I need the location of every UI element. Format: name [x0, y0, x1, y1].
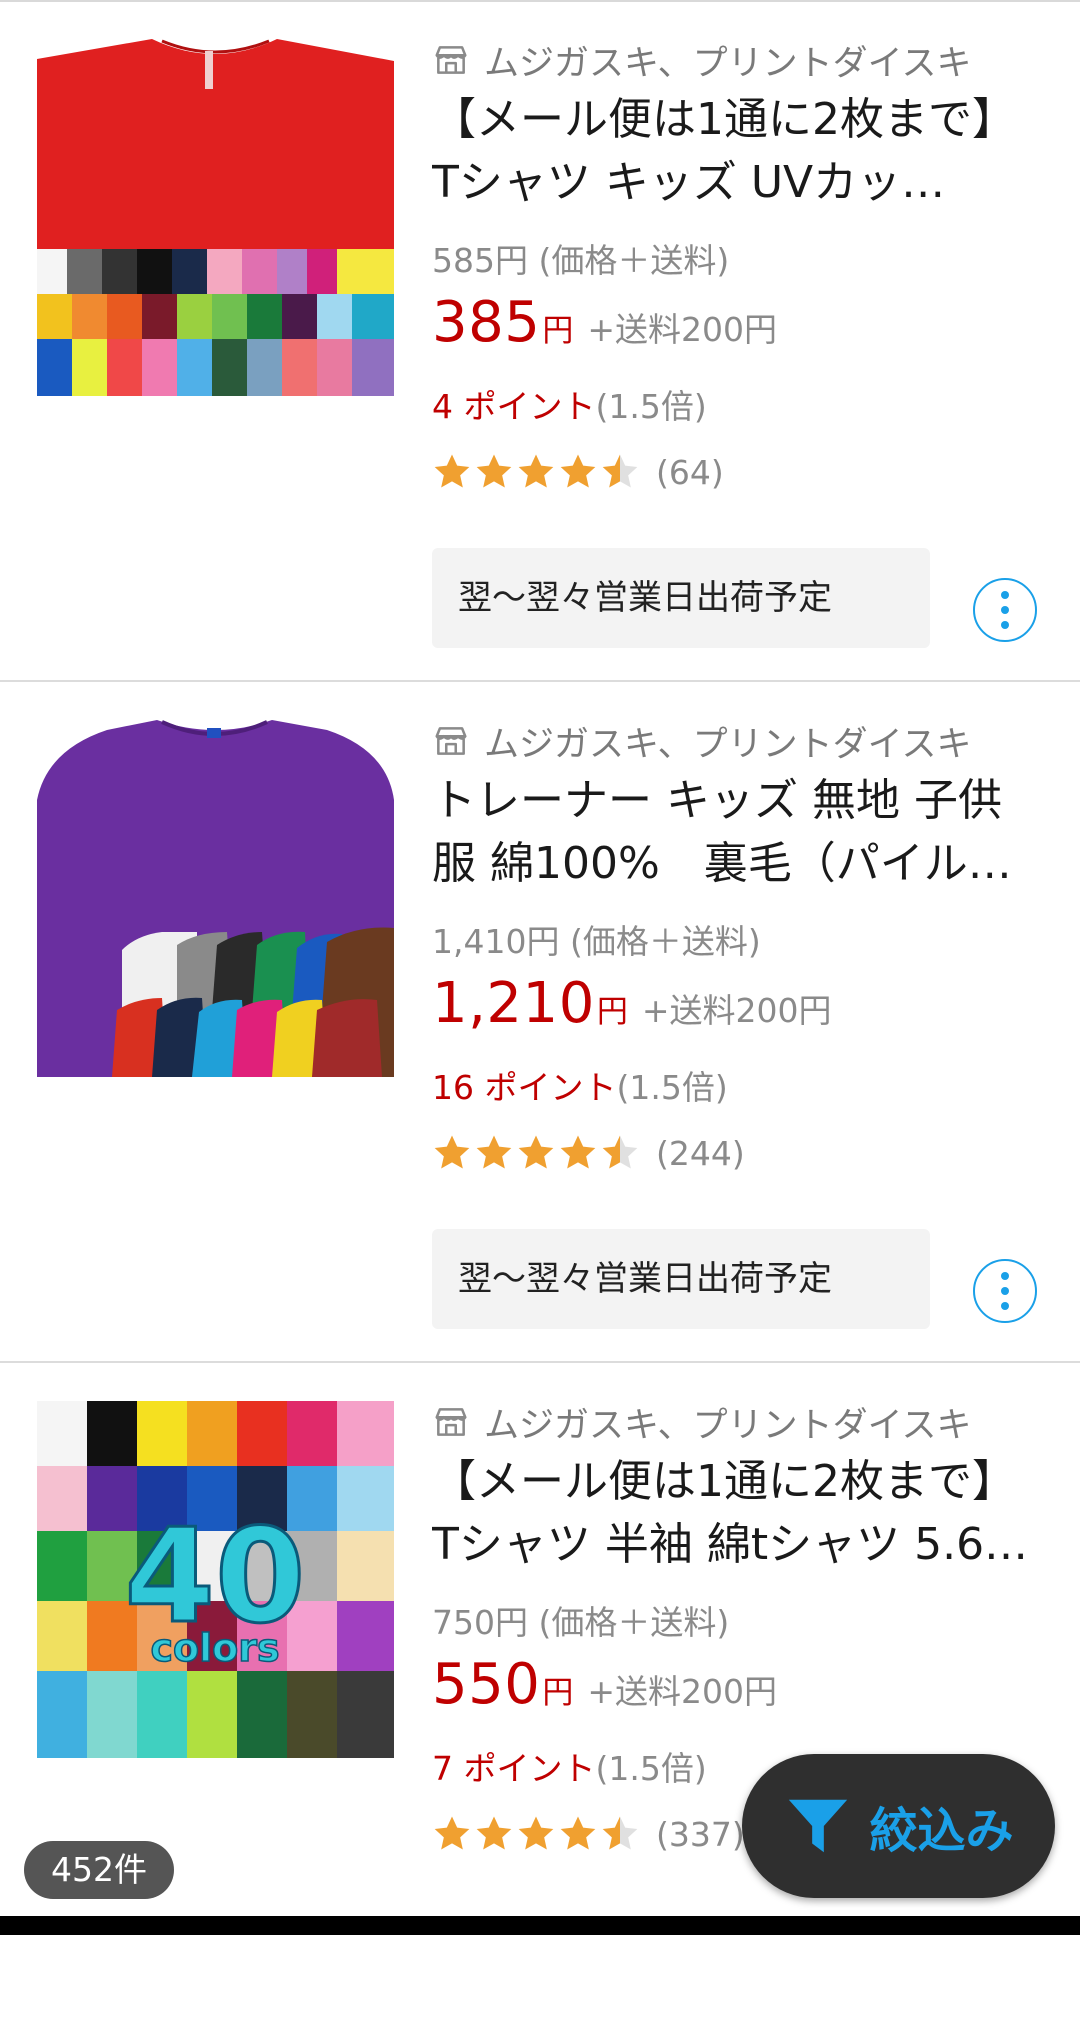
dot-icon — [1001, 591, 1009, 599]
shop-name[interactable]: ムジガスキ、プリントダイスキ — [432, 32, 1042, 88]
star-rating — [432, 452, 642, 492]
shipping-schedule: 翌〜翌々営業日出荷予定 — [432, 548, 930, 648]
review-count: (337) — [656, 1814, 745, 1854]
star-icon — [602, 1135, 638, 1169]
product-image[interactable] — [37, 720, 394, 1077]
price: 1,210 — [432, 971, 595, 1036]
rating[interactable]: (244) — [432, 1123, 1042, 1183]
filter-label: 絞込み — [869, 1803, 1014, 1859]
rating[interactable]: (64) — [432, 442, 1042, 502]
system-nav-bar — [0, 1916, 1080, 1935]
shipping-schedule: 翌〜翌々営業日出荷予定 — [432, 1229, 930, 1329]
points-value: 16 ポイント — [432, 1068, 617, 1107]
star-icon — [602, 454, 638, 488]
result-count-badge: 452件 — [24, 1841, 174, 1899]
star-icon — [434, 1135, 470, 1169]
star-icon — [518, 1135, 554, 1169]
price-row: 1,210 円 +送料200円 — [432, 971, 1042, 1051]
shop-icon — [435, 1408, 467, 1436]
points-multiplier: (1.5倍) — [595, 1749, 707, 1788]
shop-label: ムジガスキ、プリントダイスキ — [484, 43, 972, 84]
points-multiplier: (1.5倍) — [595, 387, 707, 426]
review-count: (244) — [656, 1133, 745, 1173]
shop-label: ムジガスキ、プリントダイスキ — [484, 1405, 972, 1446]
points-multiplier: (1.5倍) — [616, 1068, 728, 1107]
dot-icon — [1001, 1287, 1009, 1295]
filter-button[interactable]: 絞込み — [742, 1754, 1055, 1898]
star-icon — [476, 454, 512, 488]
star-icon — [518, 1816, 554, 1850]
item-divider — [0, 680, 1080, 682]
shop-icon — [435, 727, 467, 755]
shop-icon — [435, 46, 467, 74]
dot-icon — [1001, 1272, 1009, 1280]
star-icon — [560, 1135, 596, 1169]
shipping-fee: +送料200円 — [641, 991, 832, 1030]
more-options-button[interactable] — [973, 1259, 1037, 1323]
price: 550 — [432, 1652, 541, 1717]
product-item[interactable]: ムジガスキ、プリントダイスキ 【メール便は1通に2枚まで】Tシャツ キッズ UV… — [0, 2, 1080, 682]
product-title[interactable]: トレーナー キッズ 無地 子供服 綿100% 裏毛（パイル… — [432, 769, 1042, 895]
original-price: 1,410円 (価格＋送料) — [432, 922, 761, 961]
star-icon — [476, 1135, 512, 1169]
price-unit: 円 — [542, 313, 574, 349]
dot-icon — [1001, 621, 1009, 629]
points: 4 ポイント(1.5倍) — [432, 382, 1042, 432]
points: 16 ポイント(1.5倍) — [432, 1063, 1042, 1113]
shop-label: ムジガスキ、プリントダイスキ — [484, 724, 972, 765]
product-item[interactable]: 40 colors ムジガスキ、プリントダイスキ 【メール便は1通に2枚まで】T… — [0, 1364, 1080, 2044]
shop-name[interactable]: ムジガスキ、プリントダイスキ — [432, 1394, 1042, 1450]
price-unit: 円 — [596, 994, 628, 1030]
star-rating — [432, 1133, 642, 1173]
price-row: 385 円 +送料200円 — [432, 290, 1042, 370]
image-word: colors — [150, 1626, 279, 1670]
shipping-fee: +送料200円 — [587, 310, 778, 349]
filter-icon — [789, 1799, 848, 1853]
shipping-fee: +送料200円 — [587, 1672, 778, 1711]
product-title[interactable]: 【メール便は1通に2枚まで】Tシャツ 半袖 綿tシャツ 5.6… — [432, 1450, 1042, 1576]
dot-icon — [1001, 606, 1009, 614]
price: 385 — [432, 290, 541, 355]
star-icon — [518, 454, 554, 488]
star-icon — [560, 454, 596, 488]
original-price: 750円 (価格＋送料) — [432, 1603, 730, 1642]
more-options-button[interactable] — [973, 578, 1037, 642]
product-title[interactable]: 【メール便は1通に2枚まで】Tシャツ キッズ UVカッ… — [432, 88, 1042, 214]
star-icon — [560, 1816, 596, 1850]
item-divider — [0, 1361, 1080, 1363]
product-image[interactable] — [37, 39, 394, 396]
points-value: 7 ポイント — [432, 1749, 596, 1788]
product-item[interactable]: ムジガスキ、プリントダイスキ トレーナー キッズ 無地 子供服 綿100% 裏毛… — [0, 683, 1080, 1363]
shop-name[interactable]: ムジガスキ、プリントダイスキ — [432, 713, 1042, 769]
star-icon — [434, 454, 470, 488]
star-icon — [476, 1816, 512, 1850]
star-rating — [432, 1814, 642, 1854]
dot-icon — [1001, 1302, 1009, 1310]
price-unit: 円 — [542, 1675, 574, 1711]
points-value: 4 ポイント — [432, 387, 596, 426]
price-row: 550 円 +送料200円 — [432, 1652, 1042, 1732]
product-image[interactable]: 40 colors — [37, 1401, 394, 1758]
review-count: (64) — [656, 452, 724, 492]
original-price: 585円 (価格＋送料) — [432, 241, 730, 280]
star-icon — [434, 1816, 470, 1850]
star-icon — [602, 1816, 638, 1850]
